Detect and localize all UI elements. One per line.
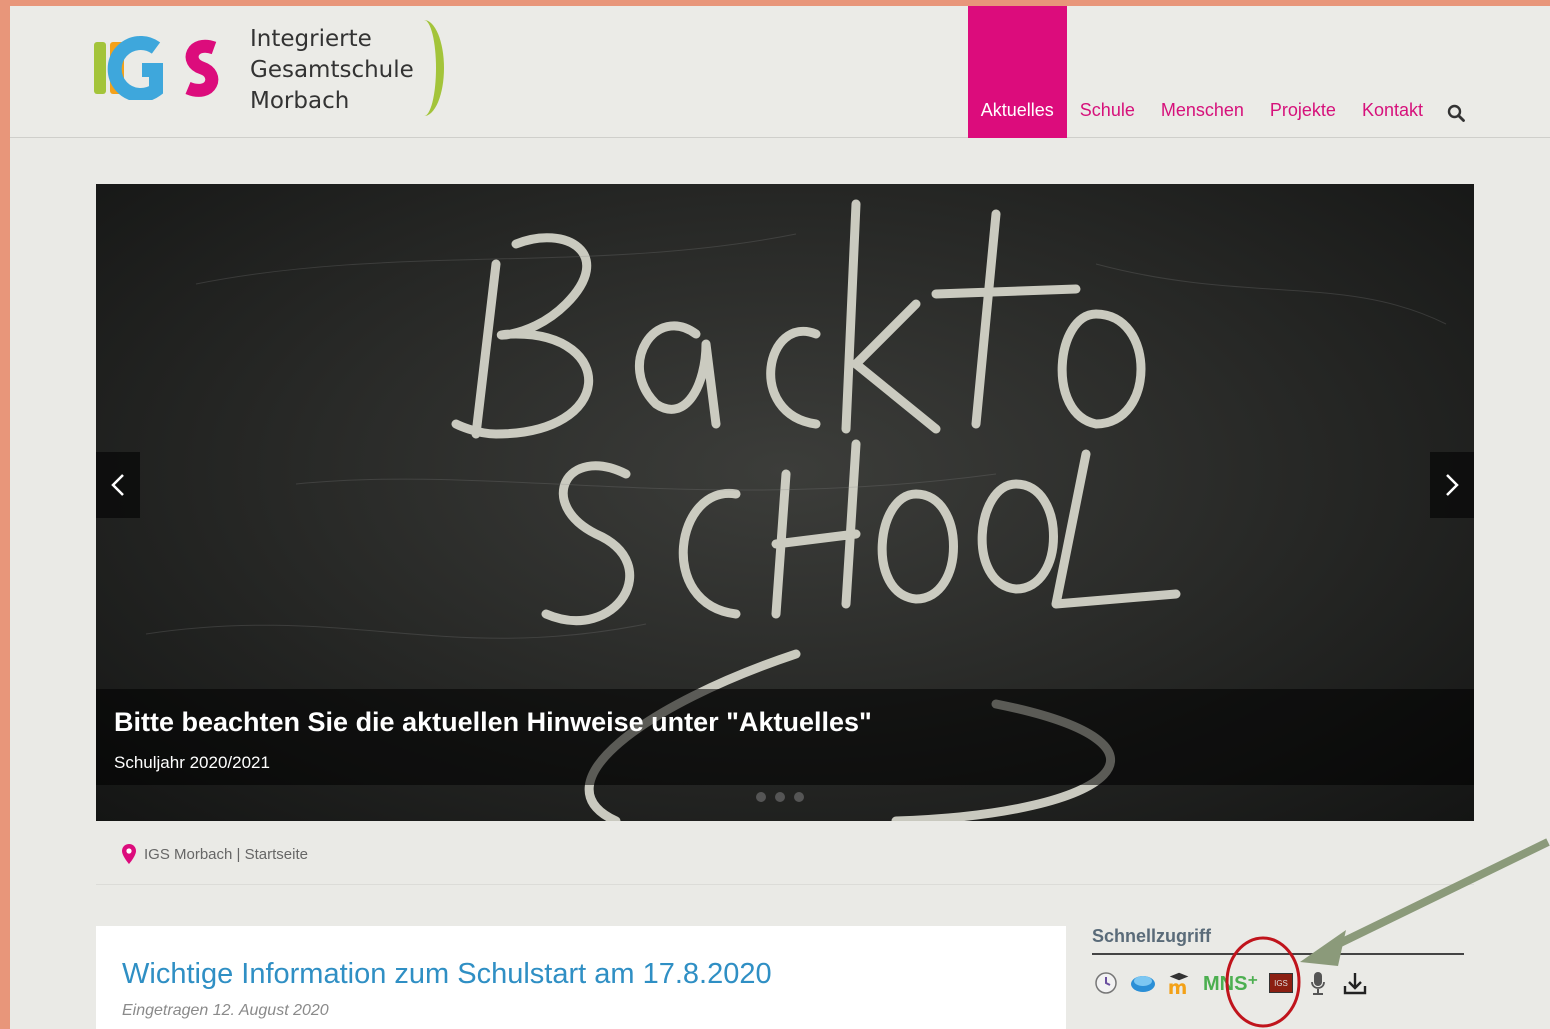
- igs-logo-mark: [94, 36, 234, 102]
- article-date: Eingetragen 12. August 2020: [122, 1002, 329, 1019]
- download-icon[interactable]: [1341, 969, 1369, 997]
- logo-text: Integrierte Gesamtschule Morbach: [250, 24, 414, 117]
- slider-prev-button[interactable]: [96, 452, 140, 518]
- slider-next-button[interactable]: [1430, 452, 1474, 518]
- map-pin-icon: [122, 844, 136, 864]
- quick-access-title: Schnellzugriff: [1092, 926, 1464, 955]
- site-header: Integrierte Gesamtschule Morbach Aktuell…: [10, 6, 1550, 138]
- igs-icon-label: IGS: [1269, 973, 1293, 993]
- breadcrumb: IGS Morbach | Startseite: [122, 844, 308, 864]
- nav-item-projekte[interactable]: Projekte: [1257, 6, 1349, 138]
- nav-item-aktuelles[interactable]: Aktuelles: [967, 6, 1067, 138]
- slide-caption-title: Bitte beachten Sie die aktuellen Hinweis…: [114, 707, 872, 737]
- article-title[interactable]: Wichtige Information zum Schulstart am 1…: [122, 958, 772, 991]
- article-card: Wichtige Information zum Schulstart am 1…: [96, 926, 1066, 1029]
- igs-icon[interactable]: IGS: [1267, 969, 1295, 997]
- slider-dot[interactable]: [794, 792, 804, 802]
- search-button[interactable]: [1436, 6, 1476, 138]
- moodle-icon[interactable]: m: [1166, 969, 1194, 997]
- cloud-icon[interactable]: [1129, 969, 1157, 997]
- slider-dot[interactable]: [775, 792, 785, 802]
- slide-caption-subtitle: Schuljahr 2020/2021: [114, 753, 270, 772]
- quick-access-icons: m MNS⁺ IGS: [1092, 969, 1464, 997]
- breadcrumb-text[interactable]: IGS Morbach | Startseite: [144, 846, 308, 863]
- nav-item-kontakt[interactable]: Kontakt: [1349, 6, 1436, 138]
- logo-line-2: Gesamtschule: [250, 57, 414, 83]
- hero-slider[interactable]: Bitte beachten Sie die aktuellen Hinweis…: [96, 184, 1474, 821]
- nav-item-menschen[interactable]: Menschen: [1148, 6, 1257, 138]
- slider-dots: [756, 792, 804, 802]
- chevron-left-icon: [111, 474, 124, 496]
- page: Integrierte Gesamtschule Morbach Aktuell…: [10, 6, 1550, 1029]
- logo-line-3: Morbach: [250, 88, 350, 114]
- mns-plus-label: MNS⁺: [1203, 972, 1258, 995]
- nav-item-schule[interactable]: Schule: [1067, 6, 1148, 138]
- logo-line-1: Integrierte: [250, 26, 372, 52]
- mns-plus-icon[interactable]: MNS⁺: [1203, 969, 1258, 997]
- site-logo[interactable]: Integrierte Gesamtschule Morbach: [94, 20, 444, 120]
- divider: [96, 884, 1474, 885]
- quick-access: Schnellzugriff m MNS⁺ IGS: [1092, 926, 1464, 997]
- logo-bracket: [404, 20, 444, 116]
- search-icon: [1447, 104, 1465, 122]
- slide-caption: Bitte beachten Sie die aktuellen Hinweis…: [96, 689, 1474, 785]
- slider-dot[interactable]: [756, 792, 766, 802]
- clock-icon[interactable]: [1092, 969, 1120, 997]
- microphone-icon[interactable]: [1304, 969, 1332, 997]
- chevron-right-icon: [1446, 474, 1459, 496]
- svg-text:m: m: [1168, 978, 1187, 996]
- main-nav: Aktuelles Schule Menschen Projekte Konta…: [967, 6, 1476, 138]
